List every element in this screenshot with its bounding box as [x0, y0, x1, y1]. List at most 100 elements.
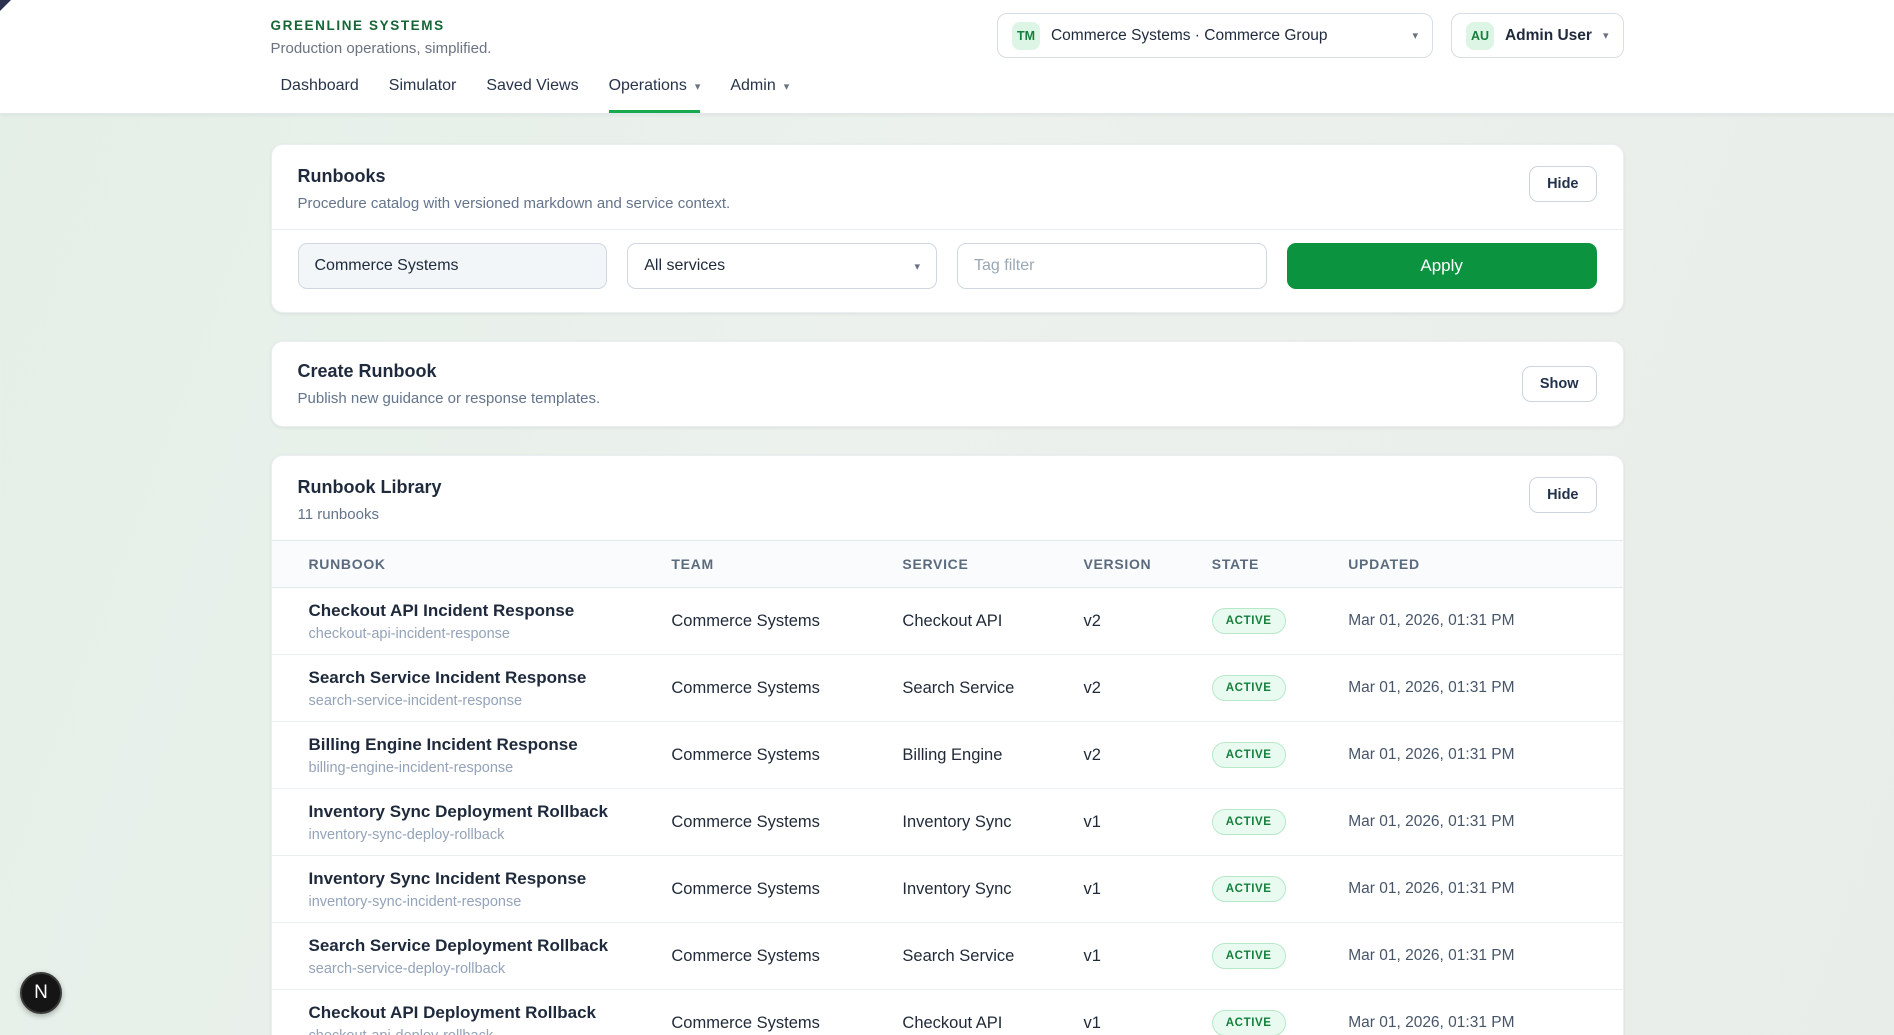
runbook-updated: Mar 01, 2026, 01:31 PM — [1348, 612, 1514, 629]
nav-item-simulator[interactable]: Simulator — [389, 77, 457, 113]
team-filter-input[interactable] — [298, 243, 608, 289]
runbook-team: Commerce Systems — [671, 679, 820, 697]
runbook-service: Search Service — [902, 679, 1014, 697]
table-row[interactable]: Inventory Sync Incident Response invento… — [272, 856, 1623, 923]
runbook-team: Commerce Systems — [671, 746, 820, 764]
runbook-service: Inventory Sync — [902, 880, 1011, 898]
create-runbook-title: Create Runbook — [298, 361, 601, 382]
runbook-team: Commerce Systems — [671, 1014, 820, 1032]
runbook-version: v1 — [1083, 947, 1100, 965]
runbook-name[interactable]: Checkout API Incident Response — [309, 601, 672, 621]
dev-tools-button[interactable]: N — [20, 972, 62, 1014]
runbook-table-header-row: RUNBOOK TEAM SERVICE VERSION STATE UPDAT… — [272, 541, 1623, 588]
runbook-slug: search-service-deploy-rollback — [309, 961, 672, 977]
runbook-service: Checkout API — [902, 1014, 1002, 1032]
runbook-library-title: Runbook Library — [298, 477, 442, 498]
runbook-team: Commerce Systems — [671, 880, 820, 898]
runbook-updated: Mar 01, 2026, 01:31 PM — [1348, 1014, 1514, 1031]
create-runbook-subtitle: Publish new guidance or response templat… — [298, 390, 601, 407]
column-header-team: TEAM — [671, 541, 902, 588]
chevron-down-icon: ▾ — [1603, 29, 1609, 42]
runbook-slug: billing-engine-incident-response — [309, 760, 672, 776]
runbook-name[interactable]: Checkout API Deployment Rollback — [309, 1003, 672, 1023]
runbook-team: Commerce Systems — [671, 813, 820, 831]
nav-item-saved-views[interactable]: Saved Views — [486, 77, 578, 113]
runbook-slug: search-service-incident-response — [309, 693, 672, 709]
create-runbook-panel: Create Runbook Publish new guidance or r… — [271, 341, 1624, 427]
runbook-updated: Mar 01, 2026, 01:31 PM — [1348, 679, 1514, 696]
corner-artifact — [0, 0, 11, 11]
runbook-name[interactable]: Inventory Sync Incident Response — [309, 869, 672, 889]
table-row[interactable]: Checkout API Incident Response checkout-… — [272, 588, 1623, 655]
runbook-team: Commerce Systems — [671, 947, 820, 965]
runbook-version: v2 — [1083, 612, 1100, 630]
runbooks-panel-subtitle: Procedure catalog with versioned markdow… — [298, 195, 731, 212]
column-header-state: STATE — [1212, 541, 1348, 588]
column-header-updated: UPDATED — [1348, 541, 1622, 588]
runbook-version: v1 — [1083, 880, 1100, 898]
brand-tagline: Production operations, simplified. — [271, 40, 492, 57]
runbooks-panel: Runbooks Procedure catalog with versione… — [271, 144, 1624, 313]
nav-item-admin[interactable]: Admin ▾ — [730, 77, 789, 113]
runbook-name[interactable]: Search Service Incident Response — [309, 668, 672, 688]
runbook-team: Commerce Systems — [671, 612, 820, 630]
runbook-slug: checkout-api-deploy-rollback — [309, 1028, 672, 1035]
chevron-down-icon: ▾ — [784, 80, 790, 93]
table-row[interactable]: Search Service Deployment Rollback searc… — [272, 923, 1623, 990]
runbook-service: Checkout API — [902, 612, 1002, 630]
user-menu-dropdown[interactable]: AU Admin User ▾ — [1451, 13, 1624, 58]
app-header: GREENLINE SYSTEMS Production operations,… — [0, 0, 1894, 114]
runbook-version: v2 — [1083, 746, 1100, 764]
status-badge: ACTIVE — [1212, 809, 1286, 835]
status-badge: ACTIVE — [1212, 943, 1286, 969]
runbook-library-panel: Runbook Library 11 runbooks Hide RUNBOOK… — [271, 455, 1624, 1035]
service-filter-value: All services — [644, 257, 725, 275]
runbook-updated: Mar 01, 2026, 01:31 PM — [1348, 947, 1514, 964]
apply-filters-button[interactable]: Apply — [1287, 243, 1597, 289]
runbooks-hide-button[interactable]: Hide — [1529, 166, 1596, 202]
runbook-table: RUNBOOK TEAM SERVICE VERSION STATE UPDAT… — [272, 540, 1623, 1035]
runbook-name[interactable]: Inventory Sync Deployment Rollback — [309, 802, 672, 822]
chevron-down-icon: ▾ — [914, 260, 920, 273]
runbook-version: v1 — [1083, 1014, 1100, 1032]
status-badge: ACTIVE — [1212, 1010, 1286, 1035]
runbooks-filter-row: All services ▾ Apply — [272, 230, 1623, 312]
table-row[interactable]: Checkout API Deployment Rollback checkou… — [272, 990, 1623, 1035]
page-content: Runbooks Procedure catalog with versione… — [0, 114, 1894, 1035]
user-avatar-badge: AU — [1466, 22, 1494, 50]
brand-block: GREENLINE SYSTEMS Production operations,… — [271, 13, 492, 57]
create-runbook-show-button[interactable]: Show — [1522, 366, 1597, 402]
table-row[interactable]: Billing Engine Incident Response billing… — [272, 722, 1623, 789]
service-filter-select[interactable]: All services ▾ — [627, 243, 937, 289]
column-header-version: VERSION — [1083, 541, 1211, 588]
status-badge: ACTIVE — [1212, 608, 1286, 634]
runbook-table-body: Checkout API Incident Response checkout-… — [272, 588, 1623, 1035]
column-header-service: SERVICE — [902, 541, 1083, 588]
chevron-down-icon: ▾ — [695, 80, 701, 93]
runbook-name[interactable]: Search Service Deployment Rollback — [309, 936, 672, 956]
runbook-updated: Mar 01, 2026, 01:31 PM — [1348, 880, 1514, 897]
brand-name: GREENLINE SYSTEMS — [271, 13, 492, 33]
nav-item-operations[interactable]: Operations ▾ — [609, 77, 701, 113]
tag-filter-input[interactable] — [957, 243, 1267, 289]
table-row[interactable]: Inventory Sync Deployment Rollback inven… — [272, 789, 1623, 856]
runbook-version: v2 — [1083, 679, 1100, 697]
runbook-version: v1 — [1083, 813, 1100, 831]
chevron-down-icon: ▾ — [1412, 29, 1418, 42]
team-selector-dropdown[interactable]: TM Commerce Systems · Commerce Group ▾ — [997, 13, 1433, 58]
runbook-slug: inventory-sync-deploy-rollback — [309, 827, 672, 843]
status-badge: ACTIVE — [1212, 742, 1286, 768]
runbook-slug: checkout-api-incident-response — [309, 626, 672, 642]
user-menu-label: Admin User — [1505, 27, 1592, 45]
runbook-library-hide-button[interactable]: Hide — [1529, 477, 1596, 513]
runbook-count: 11 runbooks — [298, 506, 442, 523]
runbook-service: Search Service — [902, 947, 1014, 965]
runbook-updated: Mar 01, 2026, 01:31 PM — [1348, 813, 1514, 830]
column-header-runbook: RUNBOOK — [272, 541, 672, 588]
runbooks-panel-title: Runbooks — [298, 166, 731, 187]
runbook-name[interactable]: Billing Engine Incident Response — [309, 735, 672, 755]
team-badge: TM — [1012, 22, 1040, 50]
table-row[interactable]: Search Service Incident Response search-… — [272, 655, 1623, 722]
nav-item-dashboard[interactable]: Dashboard — [281, 77, 359, 113]
status-badge: ACTIVE — [1212, 675, 1286, 701]
